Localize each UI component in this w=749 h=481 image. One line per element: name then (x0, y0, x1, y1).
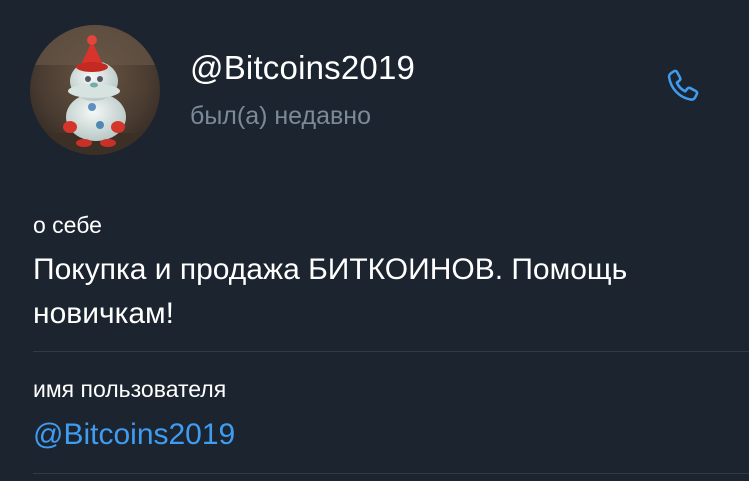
divider (33, 473, 749, 474)
call-button[interactable] (662, 66, 706, 110)
avatar[interactable] (30, 25, 160, 155)
username-label: имя пользователя (33, 376, 227, 402)
divider (33, 351, 749, 352)
avatar-photo-icon (30, 25, 160, 155)
profile-name: @Bitcoins2019 (190, 49, 416, 86)
about-label: о себе (33, 212, 102, 238)
about-text: Покупка и продажа БИТКОИНОВ. Помощь нови… (33, 253, 628, 330)
phone-icon (667, 69, 699, 101)
last-seen-status: был(а) недавно (190, 102, 372, 130)
username-link[interactable]: @Bitcoins2019 (33, 416, 235, 454)
